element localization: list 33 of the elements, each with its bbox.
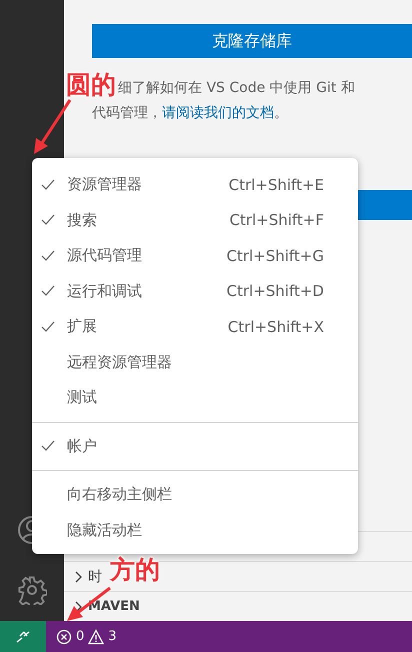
menu-item[interactable]: 资源管理器 Ctrl+Shift+E [32, 167, 358, 202]
warning-count: 3 [108, 629, 117, 644]
help-text: 代码管理，请阅读我们的文档。 [92, 104, 289, 123]
menu-item[interactable]: 源代码管理 Ctrl+Shift+G [32, 238, 358, 274]
docs-link[interactable]: 请阅读我们的文档 [162, 105, 274, 121]
shortcut-text: Ctrl+Shift+X [228, 318, 324, 336]
remote-button[interactable] [0, 621, 46, 652]
error-count: 0 [76, 629, 84, 644]
menu-item[interactable]: 帐户 [32, 428, 358, 464]
remote-icon [15, 630, 31, 644]
shortcut-text: Ctrl+Shift+G [226, 246, 324, 265]
menu-item[interactable]: 测试 [32, 380, 358, 416]
problems-button[interactable]: 0 3 [56, 628, 117, 644]
menu-item[interactable]: 远程资源管理器 [32, 344, 358, 380]
section-title[interactable]: 时 [88, 568, 102, 586]
menu-item[interactable]: 隐藏活动栏 [32, 512, 358, 548]
error-icon [56, 628, 72, 644]
shortcut-text: Ctrl+Shift+E [228, 176, 324, 194]
annotation-text: 方的 [110, 554, 160, 586]
open-folder-button[interactable] [358, 190, 412, 220]
section-title[interactable]: MAVEN [88, 599, 140, 614]
menu-item[interactable]: 搜索 Ctrl+Shift+F [32, 202, 358, 238]
clone-repository-button[interactable]: 克隆存储库 [92, 24, 412, 58]
shortcut-text: Ctrl+Shift+F [229, 211, 324, 230]
shortcut-text: Ctrl+Shift+D [226, 282, 324, 300]
settings-icon[interactable] [17, 575, 47, 605]
warning-icon [88, 628, 104, 644]
menu-item[interactable]: 向右移动主侧栏 [32, 477, 358, 512]
annotation-text: 圆的 [66, 69, 116, 101]
help-text: 细了解如何在 VS Code 中使用 Git 和 [118, 79, 356, 98]
arrow [34, 99, 72, 154]
menu-item[interactable]: 扩展 Ctrl+Shift+X [32, 309, 358, 344]
menu-item[interactable]: 运行和调试 Ctrl+Shift+D [32, 274, 358, 309]
